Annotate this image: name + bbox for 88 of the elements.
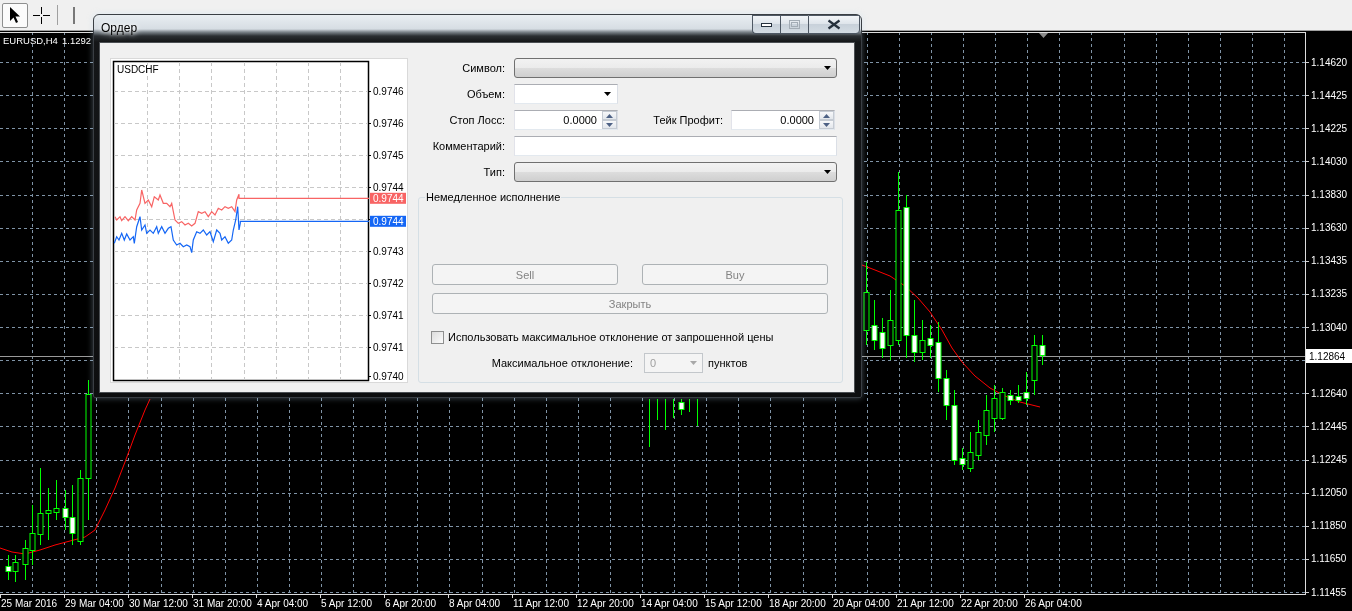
checkbox-label: Использовать максимальное отклонение от запрошенной цены — [448, 330, 774, 344]
price-axis-label: 1.12445 — [1311, 420, 1348, 432]
dialog-title: Ордер — [101, 21, 138, 35]
checkbox[interactable] — [431, 330, 444, 344]
unit-label: пунктов — [708, 357, 749, 369]
time-axis-label: 30 Mar 12:00 — [129, 598, 188, 609]
close-icon — [827, 19, 841, 30]
vertical-line-icon — [73, 6, 75, 24]
spin-down-button[interactable] — [602, 120, 617, 129]
order-type-dropdown[interactable] — [514, 162, 837, 182]
crosshair-icon — [32, 6, 50, 24]
current-price-tag: 1.12864 — [1306, 349, 1352, 363]
price-axis-label: 1.14620 — [1311, 56, 1348, 68]
price-axis-label: 1.13235 — [1311, 288, 1348, 300]
close-button[interactable] — [808, 15, 860, 34]
price-tag: 0.9744 — [370, 215, 406, 227]
symbol-dropdown[interactable] — [514, 58, 837, 78]
price-axis-label: 1.14425 — [1311, 89, 1348, 101]
spin-up-button[interactable] — [602, 111, 617, 120]
price-axis-label: 1.12640 — [1311, 387, 1348, 399]
caret-down-icon — [824, 66, 831, 70]
caret-down-icon — [823, 122, 830, 127]
chart-title: EURUSD,H4 — [3, 35, 58, 46]
price-axis-label: 0.9746 — [373, 85, 404, 97]
caret-down-icon — [690, 361, 697, 365]
arrow-cursor-icon — [9, 6, 21, 24]
price-axis-label: 1.12050 — [1311, 487, 1348, 499]
symbol-label: USDCHF — [117, 64, 159, 75]
price-axis-label: 0.9746 — [373, 117, 404, 129]
price-axis-label: 1.11455 — [1311, 586, 1347, 598]
price-axis-label: 1.13040 — [1311, 321, 1348, 333]
caret-down-icon — [604, 92, 611, 96]
caret-down-icon — [824, 170, 831, 174]
field-label: Тип: — [483, 165, 505, 179]
caret-down-icon — [606, 122, 613, 127]
group-title: Немедленное исполнение — [425, 190, 562, 204]
price-axis-label: 0.9740 — [373, 370, 404, 382]
minimize-icon — [761, 22, 772, 27]
price-axis-label: 1.13830 — [1311, 189, 1348, 200]
price-axis-label: 0.9743 — [373, 245, 404, 257]
price-axis-label: 1.14030 — [1311, 155, 1348, 167]
minimize-button[interactable] — [752, 15, 780, 34]
field-label: Тейк Профит: — [653, 114, 723, 126]
time-axis-label: 21 Apr 12:00 — [897, 598, 954, 609]
shift-marker-icon — [1039, 33, 1048, 38]
price-axis-label: 1.11650 — [1311, 553, 1347, 565]
price-axis-label: 1.13435 — [1311, 255, 1348, 267]
price-tag: 0.9744 — [370, 192, 406, 204]
comment-field[interactable] — [514, 136, 837, 156]
price-axis-label: 1.14225 — [1311, 122, 1348, 134]
price-axis-label: 0.9745 — [373, 149, 404, 161]
time-axis-label: 12 Apr 20:00 — [577, 598, 634, 609]
time-axis-label: 20 Apr 04:00 — [833, 598, 890, 609]
spin-down-button[interactable] — [819, 120, 834, 129]
maximize-icon — [789, 20, 800, 29]
time-axis-label: 6 Apr 20:00 — [385, 598, 437, 609]
field-label: Стоп Лосс: — [449, 113, 505, 127]
time-axis-label: 15 Apr 12:00 — [705, 598, 762, 609]
price-axis-label: 1.13630 — [1311, 222, 1348, 234]
price-reading: 1.1292 — [62, 35, 92, 46]
caret-up-icon — [606, 113, 613, 118]
time-axis-label: 18 Apr 20:00 — [769, 598, 826, 609]
price-axis-label: 1.12245 — [1311, 454, 1348, 465]
time-axis-label: 25 Mar 2016 — [1, 598, 58, 609]
take-profit-field[interactable]: 0.0000 — [731, 110, 835, 130]
field-label: Символ: — [462, 61, 505, 75]
field-label: Объем: — [466, 87, 505, 101]
time-axis-label: 8 Apr 04:00 — [449, 598, 501, 609]
price-axis-label: 1.11850 — [1311, 520, 1347, 532]
stop-loss-field[interactable]: 0.0000 — [514, 110, 618, 130]
time-axis-label: 14 Apr 04:00 — [641, 598, 698, 609]
field-label: Комментарий: — [432, 139, 505, 153]
price-axis-label: 0.9741 — [373, 341, 404, 353]
time-axis-label: 11 Apr 12:00 — [513, 598, 569, 609]
time-axis-label: 29 Mar 04:00 — [65, 598, 124, 609]
time-axis-label: 31 Mar 20:00 — [193, 598, 252, 609]
time-axis-label: 26 Apr 04:00 — [1025, 598, 1082, 609]
caret-up-icon — [823, 113, 830, 118]
time-axis-label: 5 Apr 12:00 — [321, 598, 373, 609]
price-axis-label: 0.9744 — [373, 181, 404, 193]
spin-up-button[interactable] — [819, 111, 834, 120]
toolbar-button[interactable] — [2, 2, 28, 28]
time-axis-label: 4 Apr 04:00 — [257, 598, 309, 609]
price-axis-label: 0.9741 — [373, 309, 404, 321]
time-axis-label: 22 Apr 20:00 — [961, 598, 1018, 609]
candle — [678, 398, 685, 416]
price-axis-label: 0.9742 — [373, 277, 404, 289]
field-label: Максимальное отклонение: — [491, 357, 633, 369]
